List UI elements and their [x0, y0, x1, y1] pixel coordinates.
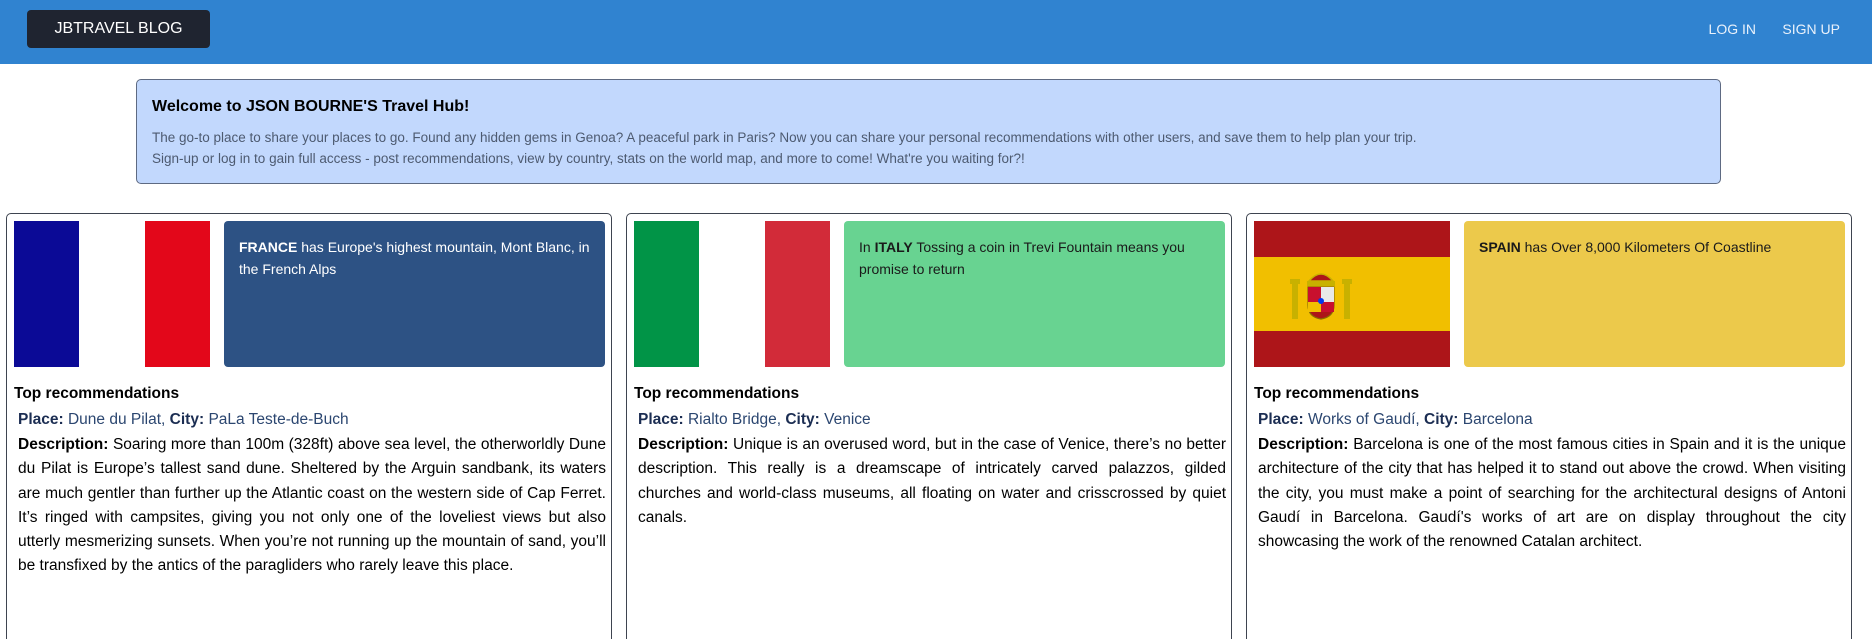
place-city-line: Place: Rialto Bridge, City: Venice [638, 411, 871, 428]
description-paragraph: Description: Unique is an overused word,… [638, 433, 1226, 530]
place-label: Place: [18, 411, 64, 428]
welcome-title: Welcome to JSON BOURNE'S Travel Hub! [152, 98, 470, 115]
city-value: Venice [824, 411, 871, 428]
top-recommendations-heading: Top recommendations [14, 385, 180, 402]
country-card-italy[interactable]: In ITALY Tossing a coin in Trevi Fountai… [626, 213, 1232, 639]
country-fact-box: FRANCE has Europe's highest mountain, Mo… [224, 221, 605, 367]
spain-flag-icon [1254, 221, 1450, 367]
city-label: City: [169, 411, 205, 428]
place-city-line: Place: Dune du Pilat, City: PaLa Teste-d… [18, 411, 349, 428]
place-value: Dune du Pilat [67, 411, 162, 428]
description-label: Description: [1258, 436, 1349, 453]
description-text: Soaring more than 100m (328ft) above sea… [18, 436, 606, 575]
country-fact-box: SPAIN has Over 8,000 Kilometers Of Coast… [1464, 221, 1845, 367]
brand-logo-button[interactable]: JBTRAVEL BLOG [27, 10, 210, 48]
france-flag-icon [14, 221, 210, 367]
country-card-france[interactable]: FRANCE has Europe's highest mountain, Mo… [6, 213, 612, 639]
description-text: Barcelona is one of the most famous citi… [1258, 436, 1846, 551]
country-name: SPAIN [1479, 239, 1521, 255]
place-value: Rialto Bridge [687, 411, 777, 428]
place-label: Place: [1258, 411, 1304, 428]
place-value: Works of Gaudí [1307, 411, 1416, 428]
city-value: PaLa Teste-de-Buch [208, 411, 349, 428]
top-recommendations-heading: Top recommendations [634, 385, 800, 402]
top-recommendations-heading: Top recommendations [1254, 385, 1420, 402]
description-paragraph: Description: Soaring more than 100m (328… [18, 433, 606, 579]
place-label: Place: [638, 411, 684, 428]
country-fact-box: In ITALY Tossing a coin in Trevi Fountai… [844, 221, 1225, 367]
welcome-banner: Welcome to JSON BOURNE'S Travel Hub! The… [136, 79, 1721, 184]
fact-text: has Over 8,000 Kilometers Of Coastline [1520, 239, 1772, 255]
country-name: ITALY [874, 239, 913, 255]
italy-flag-icon [634, 221, 830, 367]
welcome-text-line-1: The go-to place to share your places to … [152, 130, 1417, 145]
country-card-spain[interactable]: SPAIN has Over 8,000 Kilometers Of Coast… [1246, 213, 1852, 639]
description-label: Description: [18, 436, 109, 453]
place-city-line: Place: Works of Gaudí, City: Barcelona [1258, 411, 1533, 428]
fact-prefix: In [859, 239, 875, 255]
description-paragraph: Description: Barcelona is one of the mos… [1258, 433, 1846, 554]
signup-link[interactable]: SIGN UP [1782, 21, 1840, 37]
city-label: City: [1424, 411, 1459, 428]
description-label: Description: [638, 436, 729, 453]
city-label: City: [785, 411, 820, 428]
city-value: Barcelona [1462, 411, 1533, 428]
welcome-text-line-2: Sign-up or log in to gain full access - … [152, 151, 1025, 166]
country-name: FRANCE [239, 239, 298, 255]
top-navbar: JBTRAVEL BLOG LOG IN SIGN UP [0, 0, 1872, 64]
login-link[interactable]: LOG IN [1709, 21, 1756, 37]
